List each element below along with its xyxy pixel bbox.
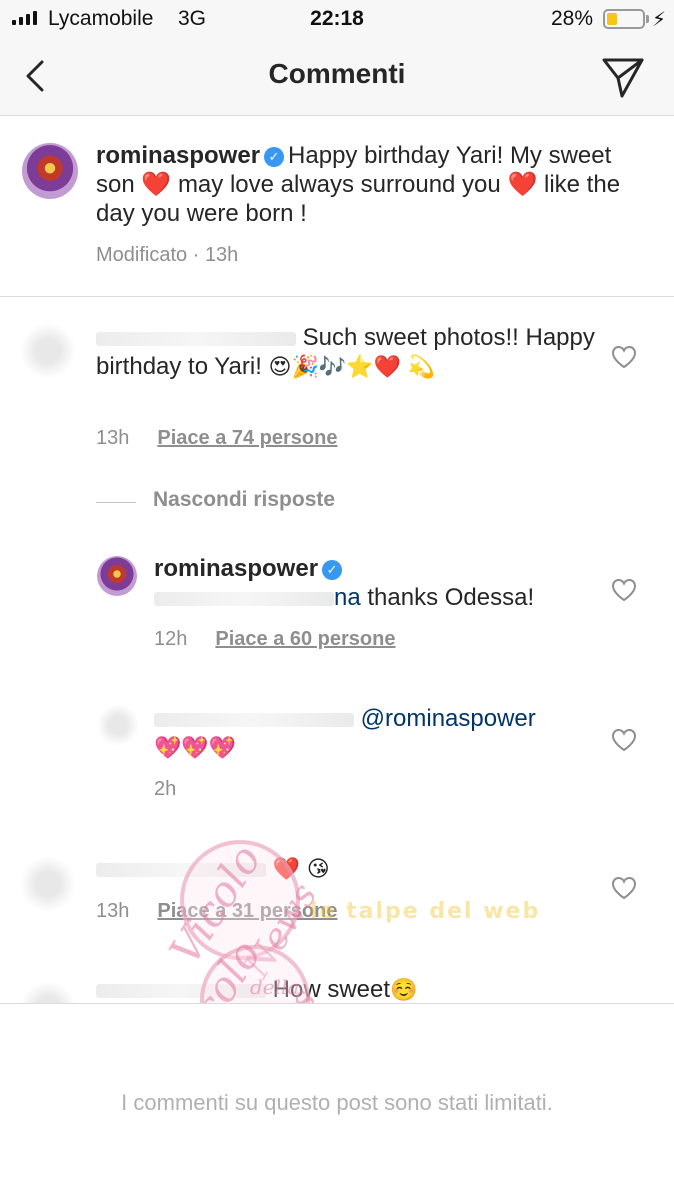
comments-limited-footer: I commenti su questo post sono stati lim…: [0, 1003, 674, 1200]
reply-text: @rominaspower 💖💖💖: [154, 704, 594, 762]
comment-meta: 13h Piace a 31 persone: [96, 900, 337, 923]
red-heart-emoji-icon: ❤️: [272, 856, 301, 881]
page-title: Commenti: [268, 58, 406, 89]
status-bar: Lycamobile 3G 22:18 28% ⚡: [0, 0, 674, 38]
comment-time: 13h: [96, 900, 130, 922]
red-heart-emoji-icon: ❤️: [507, 171, 538, 198]
comment-text: How sweet☺️: [96, 975, 596, 1003]
caption-text: rominaspower ✓ Happy birthday Yari! My swe…: [96, 141, 646, 228]
reply-item: @rominaspower 💖💖💖 2h: [0, 690, 674, 820]
emoji-group-icon: 😍🎉🎶⭐: [268, 354, 374, 379]
comment-item: How sweet☺️: [0, 965, 674, 1003]
kiss-emoji-icon: 😘: [306, 856, 330, 881]
reply-item: rominaspower ✓ na thanks Odessa! 12h Piace…: [0, 540, 674, 670]
sparkling-heart-emoji-icon: 💖💖💖: [154, 735, 237, 760]
avatar[interactable]: [97, 704, 139, 746]
caption-meta: Modificato · 13h: [96, 244, 239, 266]
caption-time: 13h: [204, 244, 239, 266]
avatar[interactable]: [20, 856, 76, 912]
divider: [96, 502, 136, 503]
battery-percent: 28%: [551, 7, 594, 30]
hide-replies-label: Nascondi risposte: [153, 488, 336, 511]
comment-text-line-1: Such sweet photos!!: [302, 324, 519, 351]
battery-tip: [646, 15, 649, 23]
heart-outline-icon[interactable]: [611, 728, 637, 752]
reply-body: thanks Odessa!: [367, 584, 535, 611]
edited-label: Modificato: [96, 244, 188, 266]
mention-tail[interactable]: na: [334, 584, 361, 611]
paper-plane-icon[interactable]: [600, 54, 646, 100]
reply-meta: 2h: [154, 778, 176, 801]
comment-body: How sweet: [272, 976, 391, 1003]
reply-meta: 12h Piace a 60 persone: [154, 628, 395, 651]
reply-time: 12h: [154, 628, 188, 650]
comment-item: Such sweet photos!! Happy birthday to Ya…: [0, 297, 674, 477]
heart-outline-icon[interactable]: [611, 578, 637, 602]
comment-meta: 13h Piace a 74 persone: [96, 427, 337, 450]
avatar[interactable]: [97, 556, 137, 596]
red-heart-emoji-icon: ❤️: [373, 354, 402, 379]
battery-icon: [603, 9, 645, 29]
reply-username[interactable]: rominaspower: [154, 555, 318, 582]
red-heart-emoji-icon: ❤️: [141, 171, 172, 198]
mention-link[interactable]: @rominaspower: [361, 705, 536, 732]
comment-text: Such sweet photos!! Happy birthday to Ya…: [96, 323, 596, 381]
comments-limited-notice: I commenti su questo post sono stati lim…: [121, 1090, 553, 1115]
likes-link[interactable]: Piace a 31 persone: [157, 900, 337, 922]
redacted-username: [96, 331, 296, 346]
reply-time: 2h: [154, 778, 177, 800]
caption-text-part-2: may love always surround you: [177, 171, 501, 198]
battery-fill: [607, 13, 617, 25]
comment-time: 13h: [96, 427, 130, 449]
post-caption: rominaspower ✓ Happy birthday Yari! My swe…: [0, 117, 674, 297]
redacted-username: [96, 983, 266, 998]
verified-badge-icon: ✓: [264, 147, 285, 167]
avatar[interactable]: [20, 981, 76, 1003]
redacted-username: [96, 862, 266, 877]
comment-text: ❤️ 😘: [96, 854, 596, 883]
heart-outline-icon[interactable]: [611, 345, 637, 369]
likes-link[interactable]: Piace a 74 persone: [157, 427, 337, 449]
likes-link[interactable]: Piace a 60 persone: [215, 628, 395, 650]
charging-icon: ⚡: [652, 9, 667, 31]
reply-text: rominaspower ✓ na thanks Odessa!: [154, 554, 594, 612]
dizzy-emoji-icon: 💫: [407, 354, 436, 379]
caption-username[interactable]: rominaspower: [96, 142, 260, 169]
smiling-emoji-icon: ☺️: [390, 977, 418, 1002]
redacted-username: [154, 712, 354, 727]
comment-item: ❤️ 😘 13h Piace a 31 persone: [0, 840, 674, 950]
heart-outline-icon[interactable]: [611, 876, 637, 900]
redacted-mention: [154, 591, 334, 606]
verified-badge-icon: ✓: [322, 560, 343, 580]
avatar[interactable]: [22, 143, 78, 199]
avatar[interactable]: [20, 323, 76, 379]
header-bar: Commenti: [0, 38, 674, 116]
